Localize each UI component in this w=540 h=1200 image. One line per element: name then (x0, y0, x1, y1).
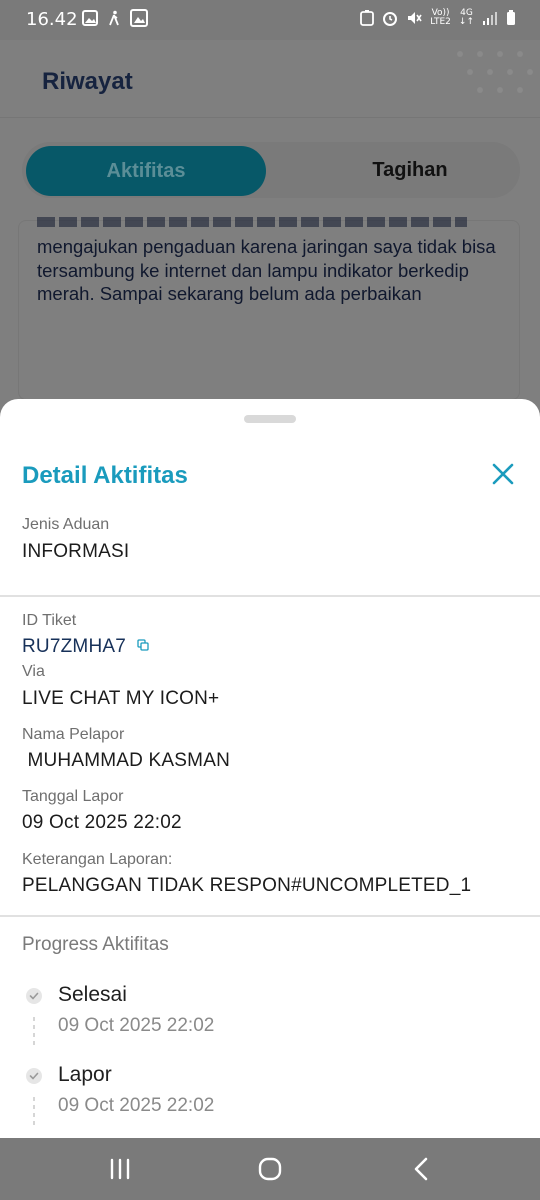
divider (0, 595, 540, 597)
status-right-icons: Vo)) LTE2 4G ↓↑ (360, 9, 516, 27)
mute-icon (408, 12, 422, 24)
step-title: Lapor (58, 1063, 112, 1086)
detail-bottom-sheet: Detail Aktifitas Jenis Aduan INFORMASI I… (0, 399, 540, 1139)
4g-indicator: 4G ↓↑ (458, 8, 474, 27)
background-screen: Riwayat Aktifitas Tagihan mengajukan pen… (0, 40, 540, 400)
step-status-dot (26, 988, 42, 1004)
battery-saver-icon (360, 10, 375, 26)
alarm-icon (383, 12, 398, 26)
signal-icon (483, 12, 497, 25)
step-date: 09 Oct 2025 22:02 (58, 1095, 215, 1116)
status-time: 16.42 (26, 9, 78, 30)
id-tiket-label: ID Tiket (22, 612, 77, 629)
step-connector (33, 1097, 35, 1127)
step-date: 09 Oct 2025 22:02 (58, 1015, 215, 1036)
keterangan-label: Keterangan Laporan: (22, 851, 173, 868)
page-title: Riwayat (42, 68, 133, 95)
step-title: Selesai (58, 983, 127, 1006)
decorative-dots (457, 51, 533, 93)
battery-icon (507, 10, 515, 25)
system-nav-bar (0, 1138, 540, 1200)
progress-title: Progress Aktifitas (22, 934, 169, 955)
step-connector (33, 1017, 35, 1047)
copy-icon[interactable] (137, 639, 149, 651)
status-bar: 16.42 Vo)) LTE2 4G ↓↑ (0, 0, 540, 40)
app-header: Riwayat (0, 40, 540, 118)
home-icon[interactable] (253, 1152, 287, 1186)
recents-icon[interactable] (103, 1152, 137, 1186)
via-label: Via (22, 663, 45, 680)
check-icon (29, 1072, 39, 1080)
walking-icon (109, 10, 119, 26)
back-icon[interactable] (405, 1152, 439, 1186)
nama-pelapor-value: MUHAMMAD KASMAN (22, 750, 230, 771)
check-icon (29, 992, 39, 1000)
volte-indicator: Vo)) LTE2 (430, 8, 451, 27)
tab-switcher: Aktifitas Tagihan (22, 142, 520, 198)
tanggal-lapor-value: 09 Oct 2025 22:02 (22, 812, 182, 833)
keterangan-value: PELANGGAN TIDAK RESPON#UNCOMPLETED_1 (22, 875, 472, 896)
id-tiket-value[interactable]: RU7ZMHA7 (22, 636, 126, 658)
activity-card[interactable]: mengajukan pengaduan karena jaringan say… (18, 217, 520, 400)
drag-handle[interactable] (244, 415, 296, 423)
tab-aktifitas[interactable]: Aktifitas (26, 146, 266, 196)
cut-off-text (37, 217, 467, 227)
divider (0, 915, 540, 917)
sheet-title: Detail Aktifitas (22, 462, 188, 489)
jenis-aduan-value: INFORMASI (22, 541, 130, 562)
step-status-dot (26, 1068, 42, 1084)
tab-tagihan[interactable]: Tagihan (310, 142, 510, 198)
close-icon[interactable] (488, 459, 518, 489)
gallery-icon (82, 10, 98, 26)
via-value: LIVE CHAT MY ICON+ (22, 688, 220, 709)
nama-pelapor-label: Nama Pelapor (22, 726, 125, 743)
jenis-aduan-label: Jenis Aduan (22, 516, 110, 533)
activity-description: mengajukan pengaduan karena jaringan say… (37, 236, 496, 304)
tanggal-lapor-label: Tanggal Lapor (22, 788, 124, 805)
photo-icon (130, 9, 148, 27)
